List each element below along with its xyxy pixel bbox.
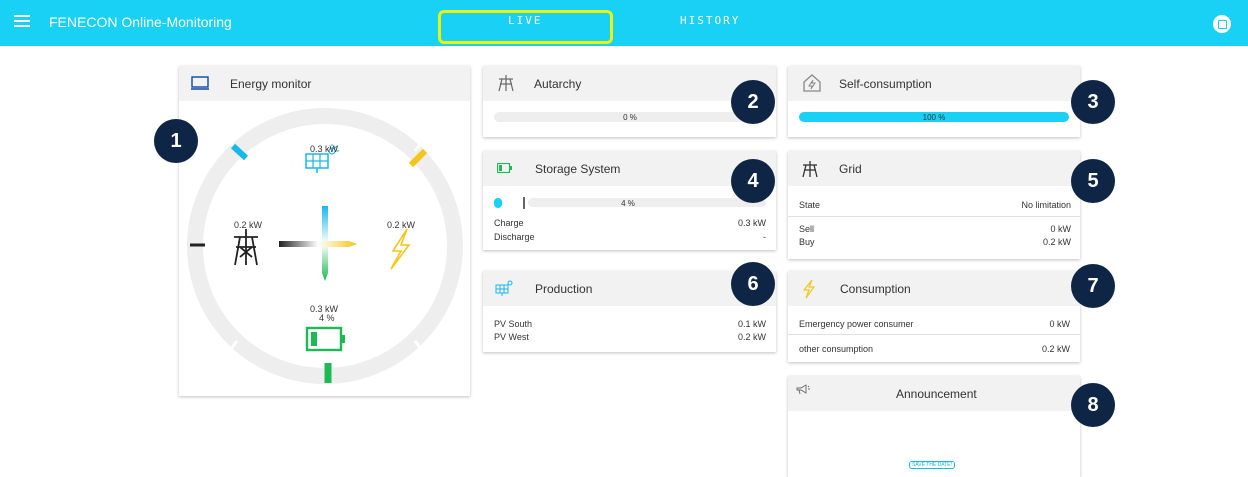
top-app-bar: FENECON Online-Monitoring LIVE HISTORY <box>0 0 1248 46</box>
callout-badge: 7 <box>1071 264 1115 308</box>
callout-badge: 2 <box>731 80 775 124</box>
consumption-title: Consumption <box>840 282 911 296</box>
storage-row-label: Charge <box>494 218 524 228</box>
announcement-header: Announcement <box>788 376 1080 411</box>
storage-row-label: Discharge <box>494 232 535 242</box>
battery-icon <box>497 163 512 173</box>
divider <box>788 216 1080 217</box>
production-flow-value: 0.3 kW <box>310 144 339 154</box>
horizontal-flow-arrow <box>279 241 357 247</box>
production-title: Production <box>535 282 593 296</box>
hamburger-icon[interactable] <box>14 15 30 29</box>
energy-monitor-card: Energy monitor 0.3 kW 0.2 kW 0.2 kW 0.3 … <box>179 66 470 396</box>
storage-soc-value: 4 % <box>319 313 335 323</box>
save-the-date-stamp: SAVE THE DATE! <box>909 461 956 469</box>
production-row-value: 0.2 kW <box>737 332 766 342</box>
power-tower-icon <box>802 161 818 178</box>
storage-soc-marker <box>523 197 525 209</box>
callout-badge: 1 <box>154 119 198 163</box>
announcement-title: Announcement <box>896 387 977 401</box>
megaphone-icon <box>796 384 810 395</box>
lightning-icon <box>390 228 411 270</box>
consumption-row-value: 0 kW <box>1049 319 1070 329</box>
grid-title: Grid <box>839 162 862 176</box>
callout-badge: 5 <box>1071 159 1115 203</box>
grid-state-label: State <box>799 200 821 210</box>
power-tower-icon <box>498 75 514 92</box>
callout-badge: 3 <box>1071 80 1115 124</box>
grid-row-value: 0 kW <box>1050 224 1071 234</box>
autarchy-percent: 0 % <box>623 113 637 122</box>
grid-row-label: Buy <box>799 237 815 247</box>
consumption-header: Consumption <box>788 271 1080 306</box>
storage-soc-indicator <box>494 198 502 208</box>
user-avatar[interactable] <box>1213 15 1231 33</box>
callout-badge: 8 <box>1071 383 1115 427</box>
consumption-row-value: 0.2 kW <box>1041 344 1070 354</box>
self-consumption-header: Self-consumption <box>788 66 1080 101</box>
power-tower-icon <box>234 229 258 266</box>
production-row-label: PV West <box>494 332 529 342</box>
self-consumption-card[interactable]: Self-consumption 100 % <box>788 66 1080 137</box>
consumption-row-label: other consumption <box>799 344 874 354</box>
grid-header: Grid <box>788 151 1080 186</box>
storage-system-card[interactable]: Storage System 4 % Charge 0.3 kW Dischar… <box>483 151 776 250</box>
production-row-value: 0.1 kW <box>737 319 766 329</box>
self-consumption-percent: 100 % <box>922 113 946 122</box>
tab-history[interactable]: HISTORY <box>680 14 740 27</box>
callout-badge: 6 <box>731 262 775 306</box>
self-consumption-title: Self-consumption <box>839 77 932 91</box>
consumption-row-label: Emergency power consumer <box>799 319 914 329</box>
storage-row-value: 0.3 kW <box>737 218 766 228</box>
grid-flow-value: 0.2 kW <box>234 220 263 230</box>
divider <box>788 334 1080 335</box>
energy-monitor-header: Energy monitor <box>179 66 470 101</box>
grid-state-value: No limitation <box>1021 200 1071 210</box>
monitor-icon <box>191 76 209 90</box>
production-row-label: PV South <box>494 319 533 329</box>
app-title: FENECON Online-Monitoring <box>49 14 232 30</box>
consumption-flow-value: 0.2 kW <box>387 220 416 230</box>
storage-soc-percent: 4 % <box>621 199 635 208</box>
consumption-card[interactable]: Consumption Emergency power consumer 0 k… <box>788 271 1080 362</box>
storage-title: Storage System <box>535 162 621 176</box>
energy-monitor-title: Energy monitor <box>230 77 312 91</box>
user-icon <box>1218 20 1227 29</box>
lightning-icon <box>802 279 816 299</box>
battery-icon <box>305 326 345 352</box>
callout-badge: 4 <box>731 159 775 203</box>
announcement-card[interactable]: Announcement SAVE THE DATE! <box>788 376 1080 477</box>
storage-row-value: - <box>763 232 766 242</box>
home-bolt-icon <box>803 74 821 92</box>
tab-live[interactable]: LIVE <box>508 14 543 27</box>
grid-row-label: Sell <box>799 224 815 234</box>
autarchy-title: Autarchy <box>534 77 582 91</box>
grid-card[interactable]: Grid State No limitation Sell 0 kW Buy 0… <box>788 151 1080 259</box>
grid-row-value: 0.2 kW <box>1042 237 1071 247</box>
solar-panel-icon <box>495 280 513 296</box>
